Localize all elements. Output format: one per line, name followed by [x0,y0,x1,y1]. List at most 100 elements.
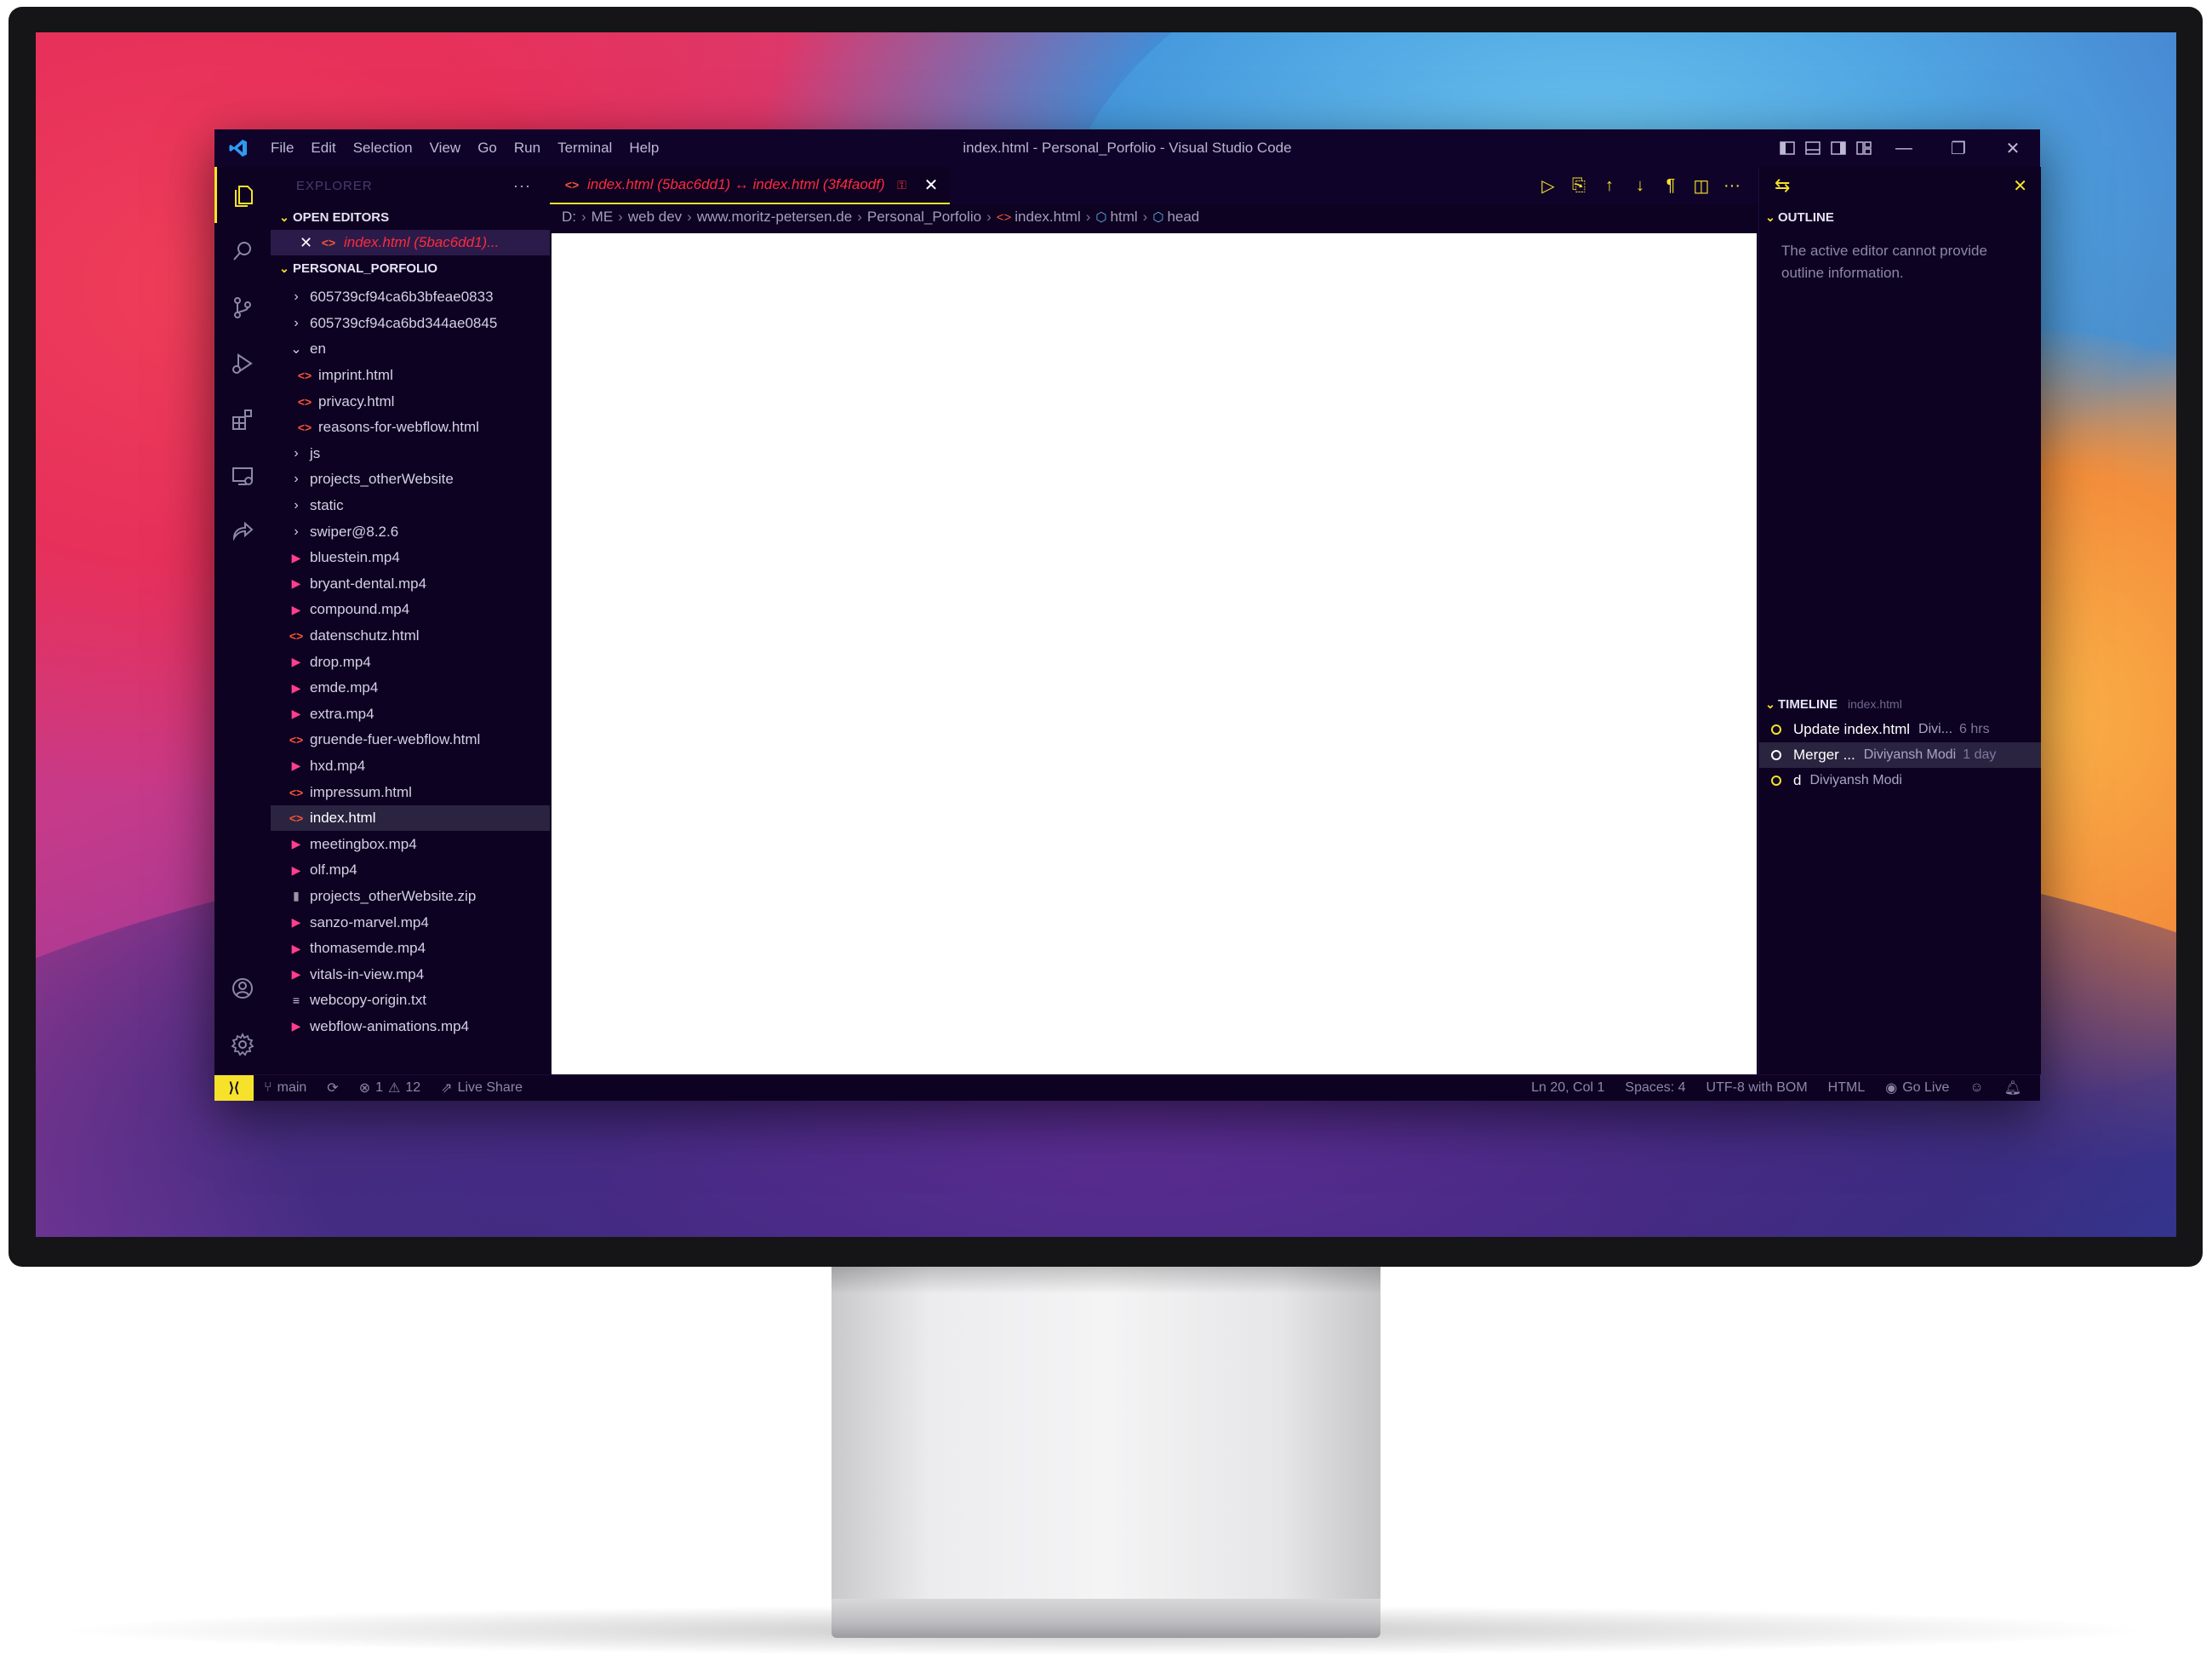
customize-layout-icon[interactable] [1851,129,1877,167]
settings-gear-icon[interactable] [214,1016,271,1073]
toggle-panel-icon[interactable] [1800,129,1826,167]
breadcrumb-item-project[interactable]: Personal_Porfolio [867,209,981,226]
file-tree-item[interactable]: ▶ webflow-animations.mp4 [271,1014,550,1040]
restore-button[interactable]: ❐ [1931,129,1986,167]
problems-status[interactable]: ⊗ 1 ⚠ 12 [349,1079,431,1096]
file-tree-item[interactable]: <> gruende-fuer-webflow.html [271,727,550,753]
toggle-primary-sidebar-icon[interactable] [1775,129,1800,167]
minimize-button[interactable]: — [1877,129,1931,167]
close-window-button[interactable]: ✕ [1986,129,2040,167]
file-tree-item[interactable]: ▶ thomasemde.mp4 [271,936,550,962]
search-icon[interactable] [214,223,271,279]
menu-edit[interactable]: Edit [302,129,344,167]
more-actions-icon[interactable]: ··· [1723,176,1741,195]
menu-file[interactable]: File [262,129,302,167]
file-tree-item[interactable]: ▶ drop.mp4 [271,649,550,675]
indentation-status[interactable]: Spaces: 4 [1615,1080,1695,1096]
timeline-item[interactable]: Merger ... Diviyansh Modi 1 day [1759,742,2041,768]
close-panel-icon[interactable]: ✕ [2013,175,2027,197]
run-debug-icon[interactable] [214,335,271,392]
go-live-status[interactable]: ◉ Go Live [1875,1079,1959,1096]
file-tree-item[interactable]: ⌄ en [271,336,550,363]
accounts-status[interactable]: ☺ [1959,1080,1993,1096]
file-tree-item[interactable]: › swiper@8.2.6 [271,518,550,545]
previous-change-icon[interactable]: ↑ [1600,176,1619,195]
show-whitespace-icon[interactable]: ¶ [1661,176,1680,195]
source-control-compare-icon[interactable]: ⇆ [1775,175,1790,197]
file-tree-item[interactable]: <> privacy.html [271,388,550,415]
breadcrumb-item-html[interactable]: html [1111,209,1138,226]
explorer-icon[interactable] [214,167,271,223]
file-tree-item[interactable]: ▶ bryant-dental.mp4 [271,571,550,598]
explorer-sidebar: EXPLORER ··· ⌄ OPEN EDITORS ✕ <> index.h… [271,167,551,1074]
breadcrumb-item-head[interactable]: head [1167,209,1199,226]
file-tree-item-label: reasons-for-webflow.html [318,419,479,436]
account-icon[interactable] [214,960,271,1016]
timeline-item[interactable]: d Diviyansh Modi [1759,768,2041,793]
more-actions-icon[interactable]: ··· [513,177,531,195]
file-tree-item[interactable]: ▶ compound.mp4 [271,597,550,623]
chevron-right-icon: › [857,209,862,225]
open-changes-icon[interactable]: ⎘ [1569,176,1588,195]
sync-status[interactable]: ⟳ [317,1079,348,1096]
remote-indicator[interactable]: ⟩⟨ [214,1075,254,1101]
menu-selection[interactable]: Selection [345,129,421,167]
file-tree-item-label: static [310,497,344,514]
breadcrumb-item-drive[interactable]: D: [562,209,576,226]
encoding-status[interactable]: UTF-8 with BOM [1696,1080,1818,1096]
file-tree-item[interactable]: <> index.html [271,804,550,832]
file-tree-item[interactable]: ▶ olf.mp4 [271,857,550,884]
outline-section[interactable]: ⌄ OUTLINE [1759,204,2041,230]
editor-tab-diff[interactable]: <> index.html (5bac6dd1) ↔ index.html (3… [550,167,951,204]
file-tree-item[interactable]: › static [271,493,550,519]
extensions-icon[interactable] [214,392,271,448]
open-editors-section[interactable]: ⌄ OPEN EDITORS [271,204,550,230]
run-icon[interactable]: ▷ [1539,176,1558,196]
file-tree-item[interactable]: ▶ sanzo-marvel.mp4 [271,909,550,936]
file-tree-item[interactable]: <> imprint.html [271,363,550,389]
file-tree-item[interactable]: ▶ emde.mp4 [271,675,550,701]
file-tree-item[interactable]: ▶ vitals-in-view.mp4 [271,961,550,988]
project-section[interactable]: ⌄ PERSONAL_PORFOLIO [271,255,550,281]
breadcrumb-item-file[interactable]: index.html [1015,209,1080,226]
editor-content[interactable] [552,233,1757,1074]
menu-go[interactable]: Go [469,129,506,167]
branch-status[interactable]: ⑂ main [254,1080,317,1096]
timeline-item[interactable]: Update index.html Divi... 6 hrs [1759,717,2041,742]
cursor-position[interactable]: Ln 20, Col 1 [1521,1080,1615,1096]
split-editor-icon[interactable]: ◫ [1692,176,1711,196]
file-tree-item[interactable]: › js [271,441,550,467]
language-mode[interactable]: HTML [1818,1080,1876,1096]
notifications-status[interactable]: 🔔︎ [1994,1079,2032,1096]
menu-help[interactable]: Help [620,129,667,167]
menu-terminal[interactable]: Terminal [549,129,620,167]
open-editor-item[interactable]: ✕ <> index.html (5bac6dd1)... [271,230,550,255]
close-tab-icon[interactable]: ✕ [924,175,939,196]
file-tree-item[interactable]: <> impressum.html [271,779,550,805]
menu-view[interactable]: View [421,129,470,167]
file-tree-item[interactable]: ▮ projects_otherWebsite.zip [271,884,550,910]
live-share-status[interactable]: ⇗ Live Share [431,1079,533,1096]
file-tree-item[interactable]: <> reasons-for-webflow.html [271,415,550,441]
next-change-icon[interactable]: ↓ [1631,176,1649,195]
remote-explorer-icon[interactable] [214,448,271,504]
file-tree-item[interactable]: › projects_otherWebsite [271,467,550,493]
source-control-icon[interactable] [214,279,271,335]
file-tree-item[interactable]: › 605739cf94ca6bd344ae0845 [271,311,550,337]
file-tree-item[interactable]: › 605739cf94ca6b3bfeae0833 [271,284,550,311]
file-tree-item[interactable]: ▶ meetingbox.mp4 [271,831,550,857]
file-tree-item[interactable]: ▶ extra.mp4 [271,701,550,728]
breadcrumb-item-site[interactable]: www.moritz-petersen.de [697,209,852,226]
menu-run[interactable]: Run [506,129,549,167]
video-file-icon: ▶ [291,941,301,955]
breadcrumb-item-web-dev[interactable]: web dev [628,209,682,226]
file-tree-item[interactable]: ▶ bluestein.mp4 [271,545,550,571]
breadcrumb-item-me[interactable]: ME [592,209,614,226]
timeline-section[interactable]: ⌄ TIMELINE index.html [1759,691,2041,717]
toggle-secondary-sidebar-icon[interactable] [1826,129,1851,167]
close-editor-icon[interactable]: ✕ [300,234,318,252]
file-tree-item[interactable]: ▶ hxd.mp4 [271,753,550,780]
file-tree-item[interactable]: ≡ webcopy-origin.txt [271,988,550,1014]
file-tree-item[interactable]: <> datenschutz.html [271,623,550,650]
live-share-icon[interactable] [214,504,271,560]
